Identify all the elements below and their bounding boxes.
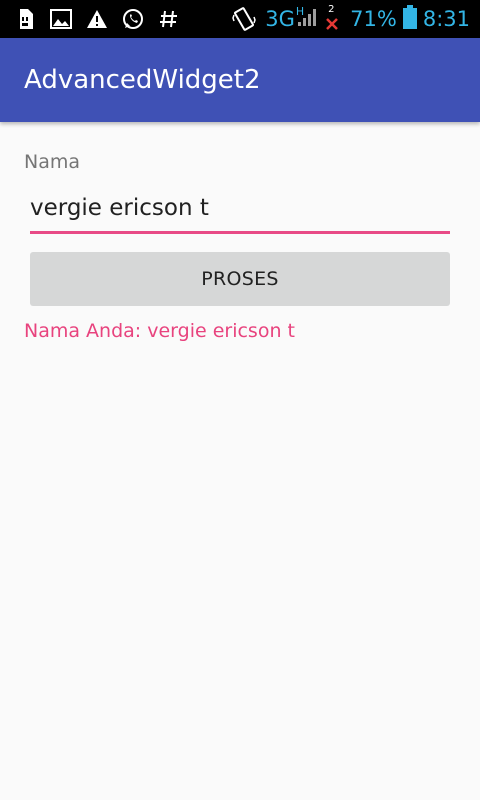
clock: 8:31 (422, 7, 470, 31)
proses-button[interactable]: PROSES (30, 252, 450, 306)
warning-icon (86, 8, 108, 30)
vibrate-icon (231, 6, 257, 32)
hash-icon (158, 8, 180, 30)
network-type: 3G (265, 7, 295, 31)
battery-icon (402, 5, 417, 33)
sim2-label: 2 (328, 4, 335, 15)
system-icons: 3G H 2 71% 8:31 (231, 0, 470, 38)
whatsapp-icon (122, 8, 144, 30)
image-icon (50, 8, 72, 30)
no-signal-icon: 2 (324, 4, 344, 34)
battery-percent: 71% (350, 7, 397, 31)
app-bar: AdvancedWidget2 (0, 38, 480, 122)
name-input[interactable] (30, 190, 450, 234)
result-text: Nama Anda: vergie ericson t (24, 320, 295, 342)
notification-icons (14, 0, 180, 38)
name-label: Nama (24, 151, 81, 173)
app-title: AdvancedWidget2 (24, 65, 261, 95)
status-bar: 3G H 2 71% 8:31 (0, 0, 480, 38)
sim-card-icon (14, 8, 36, 30)
signal-icon (296, 6, 318, 32)
